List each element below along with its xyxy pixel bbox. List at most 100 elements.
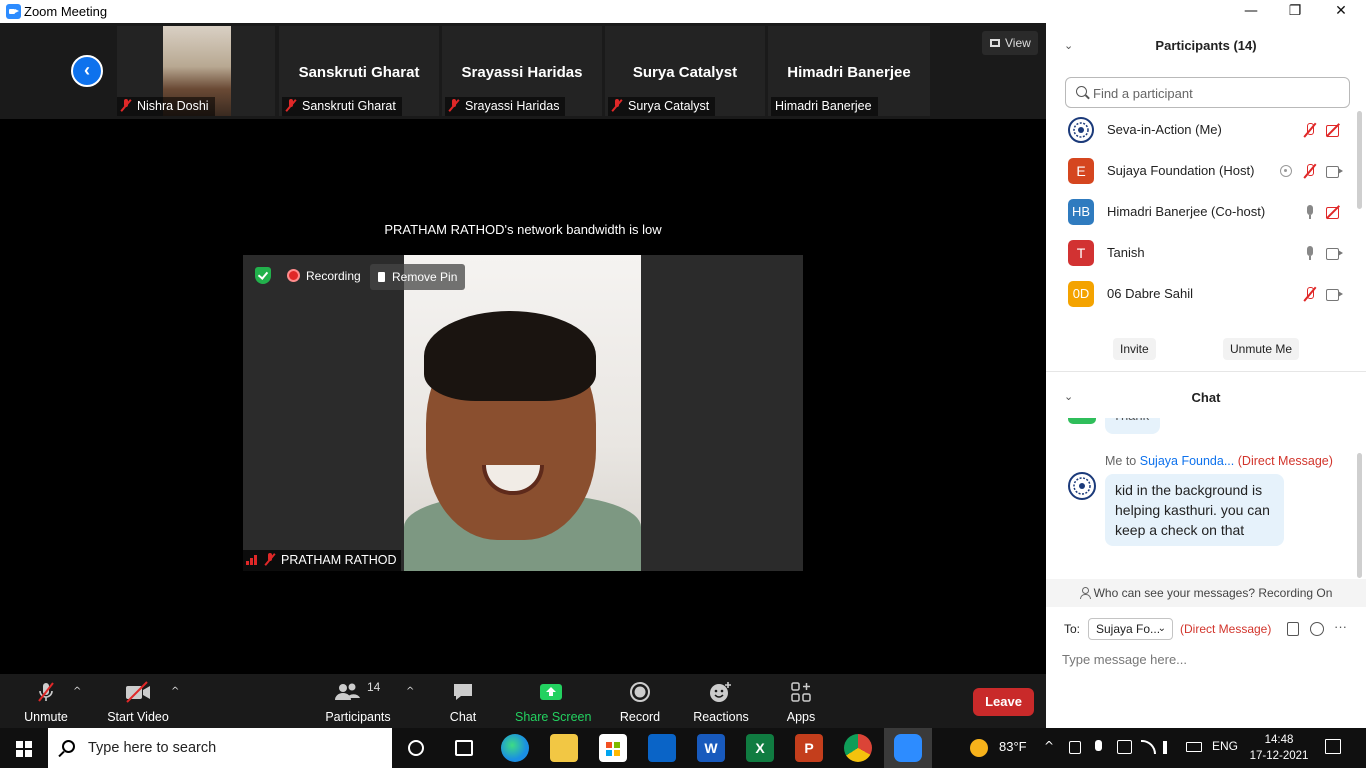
- audio-options-caret[interactable]: ^: [73, 686, 81, 697]
- view-button[interactable]: View: [982, 31, 1038, 55]
- mail-icon[interactable]: [648, 734, 676, 762]
- share-screen-label: Share Screen: [515, 710, 592, 724]
- language-indicator[interactable]: ENG: [1212, 739, 1238, 753]
- video-on-icon[interactable]: [1326, 286, 1343, 302]
- video-on-icon[interactable]: [1326, 245, 1343, 261]
- participant-search[interactable]: [1065, 77, 1350, 108]
- video-strip: ‹ Nishra Doshi Sanskruti Gharat Sanskrut…: [0, 23, 1046, 119]
- cortana-icon[interactable]: [408, 740, 424, 756]
- participant-row[interactable]: E Sujaya Foundation (Host): [1046, 151, 1356, 192]
- share-tray-icon[interactable]: [1117, 740, 1132, 754]
- start-video-button[interactable]: Start Video: [104, 680, 172, 726]
- onedrive-icon[interactable]: [1069, 741, 1081, 754]
- notifications-icon[interactable]: [1325, 739, 1341, 754]
- mic-muted-icon[interactable]: [1302, 286, 1318, 302]
- grid-view-icon: [990, 39, 1000, 47]
- participant-row[interactable]: 0D 06 Dabre Sahil: [1046, 274, 1356, 315]
- chat-messages[interactable]: Thank Me to Sujaya Founda... (Direct Mes…: [1046, 418, 1366, 578]
- video-on-icon[interactable]: [1326, 163, 1343, 179]
- participants-scrollbar[interactable]: [1357, 111, 1362, 209]
- powerpoint-icon[interactable]: P: [795, 734, 823, 762]
- weather-sun-icon[interactable]: [970, 739, 988, 757]
- reactions-label: Reactions: [693, 710, 749, 724]
- mic-on-icon[interactable]: [1302, 245, 1318, 261]
- microsoft-store-icon[interactable]: [599, 734, 627, 762]
- participant-search-input[interactable]: [1093, 84, 1343, 102]
- tile-caption-text: Surya Catalyst: [628, 99, 710, 113]
- participants-button[interactable]: 14 Participants: [324, 680, 392, 726]
- more-options-icon[interactable]: ···: [1334, 619, 1347, 634]
- close-button[interactable]: ✕: [1318, 0, 1364, 23]
- video-tile[interactable]: Sanskruti Gharat Sanskruti Gharat: [279, 26, 439, 116]
- video-options-caret[interactable]: ^: [171, 686, 179, 697]
- wifi-icon[interactable]: [1141, 740, 1156, 754]
- avatar: T: [1068, 240, 1094, 266]
- mic-on-icon[interactable]: [1302, 204, 1318, 220]
- video-tile[interactable]: Srayassi Haridas Srayassi Haridas: [442, 26, 602, 116]
- minimize-button[interactable]: —: [1228, 0, 1274, 23]
- recipient-dropdown[interactable]: Sujaya Fo... ⌄: [1088, 618, 1173, 640]
- word-icon[interactable]: W: [697, 734, 725, 762]
- video-tile[interactable]: Himadri Banerjee Himadri Banerjee: [768, 26, 930, 116]
- video-tile[interactable]: Surya Catalyst Surya Catalyst: [605, 26, 765, 116]
- apps-button[interactable]: Apps: [781, 680, 821, 726]
- taskbar-search-text: Type here to search: [88, 740, 217, 756]
- chevron-up-icon[interactable]: ^: [1044, 739, 1054, 753]
- participants-label: Participants: [325, 710, 391, 724]
- previous-page-button[interactable]: ‹: [71, 55, 103, 87]
- tile-name: Himadri Banerjee: [787, 64, 911, 81]
- chat-bubble-partial: Thank: [1105, 418, 1160, 434]
- pinned-name-caption: PRATHAM RATHOD: [243, 550, 401, 571]
- unmute-button[interactable]: Unmute: [18, 680, 74, 726]
- record-button[interactable]: Record: [615, 680, 665, 726]
- side-panel: ⌄ Participants (14) Seva-in-Action (Me) …: [1046, 23, 1366, 728]
- participant-row[interactable]: T Tanish: [1046, 233, 1356, 274]
- message-recipient-link[interactable]: Sujaya Founda...: [1140, 454, 1235, 468]
- participant-row[interactable]: Seva-in-Action (Me): [1046, 110, 1356, 151]
- task-view-icon[interactable]: [455, 740, 473, 756]
- chat-message-input[interactable]: [1062, 649, 1352, 669]
- participants-options-caret[interactable]: ^: [406, 686, 414, 697]
- emoji-icon[interactable]: [1310, 622, 1324, 636]
- tile-caption-text: Sanskruti Gharat: [302, 99, 396, 113]
- clock[interactable]: 14:48 17-12-2021: [1249, 732, 1309, 764]
- recording-indicator: Recording: [287, 267, 361, 285]
- file-explorer-icon[interactable]: [550, 734, 578, 762]
- mic-muted-icon: [18, 680, 74, 704]
- mic-muted-icon[interactable]: [1302, 122, 1318, 138]
- chat-scrollbar[interactable]: [1357, 453, 1362, 578]
- chat-button[interactable]: Chat: [444, 680, 482, 726]
- mic-muted-icon[interactable]: [1302, 163, 1318, 179]
- zoom-taskbar-active[interactable]: [884, 728, 932, 768]
- video-off-icon[interactable]: [1326, 204, 1342, 220]
- video-off-icon[interactable]: [1326, 122, 1342, 138]
- video-off-icon: [104, 680, 172, 704]
- tile-caption: Himadri Banerjee: [771, 97, 878, 116]
- taskbar-search[interactable]: Type here to search: [48, 728, 392, 768]
- file-icon[interactable]: [1287, 622, 1299, 636]
- participant-hair: [424, 311, 596, 401]
- participant-name: Seva-in-Action (Me): [1107, 122, 1222, 137]
- unmute-me-button[interactable]: Unmute Me: [1223, 338, 1300, 360]
- microphone-icon[interactable]: [1095, 740, 1102, 751]
- chat-privacy-status[interactable]: Who can see your messages? Recording On: [1046, 586, 1366, 600]
- encryption-shield-icon[interactable]: [255, 267, 271, 284]
- volume-icon[interactable]: [1163, 741, 1175, 754]
- tile-caption: Sanskruti Gharat: [282, 97, 402, 116]
- excel-icon[interactable]: X: [746, 734, 774, 762]
- mic-muted-icon: [449, 99, 459, 111]
- pinned-video[interactable]: Recording Remove Pin PRATHAM RATHOD: [243, 255, 803, 571]
- edge-icon[interactable]: [501, 734, 529, 762]
- participant-row[interactable]: HB Himadri Banerjee (Co-host): [1046, 192, 1356, 233]
- chrome-icon[interactable]: [844, 734, 872, 762]
- invite-button[interactable]: Invite: [1113, 338, 1156, 360]
- remove-pin-button[interactable]: Remove Pin: [370, 264, 466, 290]
- weather-temperature[interactable]: 83°F: [999, 739, 1027, 754]
- windows-start-icon[interactable]: [16, 741, 32, 757]
- restore-button[interactable]: ❐: [1272, 0, 1318, 23]
- video-tile[interactable]: Nishra Doshi: [117, 26, 275, 116]
- reactions-button[interactable]: Reactions: [692, 680, 750, 726]
- battery-icon[interactable]: [1186, 742, 1202, 752]
- leave-button[interactable]: Leave: [973, 688, 1034, 716]
- share-screen-button[interactable]: Share Screen: [515, 680, 592, 726]
